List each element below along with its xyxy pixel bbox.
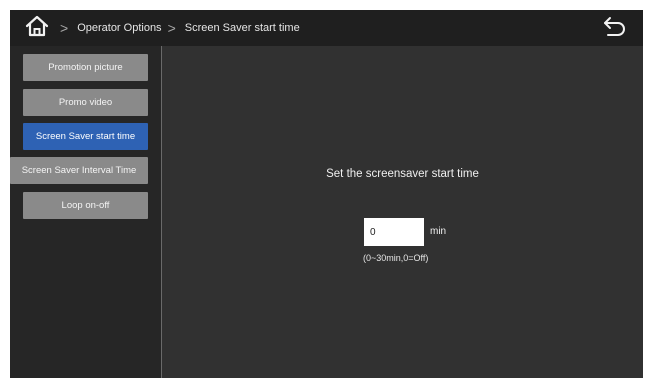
breadcrumb-separator: > [60,20,69,36]
app-screen: > Operator Options > Screen Saver start … [0,0,655,379]
home-button[interactable] [20,10,54,46]
back-button[interactable] [601,16,629,40]
home-icon [25,15,49,42]
breadcrumb-separator: > [167,20,176,36]
page-title: Set the screensaver start time [326,168,479,180]
sidebar-item-loop-on-off[interactable]: Loop on-off [23,192,148,219]
breadcrumb-operator-options[interactable]: Operator Options [77,10,161,46]
range-hint: (0~30min,0=Off) [363,253,429,263]
sidebar: Promotion picture Promo video Screen Sav… [10,46,162,378]
sidebar-item-promo-video[interactable]: Promo video [23,89,148,116]
sidebar-item-screen-saver-start-time[interactable]: Screen Saver start time [23,123,148,150]
device-display: > Operator Options > Screen Saver start … [10,10,643,378]
sidebar-item-screen-saver-interval-time[interactable]: Screen Saver Interval Time [10,157,148,184]
sidebar-item-promotion-picture[interactable]: Promotion picture [23,54,148,81]
back-arrow-icon [602,15,628,42]
top-bar: > Operator Options > Screen Saver start … [10,10,643,46]
unit-label: min [430,226,447,237]
start-time-input[interactable] [364,218,424,246]
main-content: Set the screensaver start time min (0~30… [162,46,643,378]
breadcrumb-current-page: Screen Saver start time [184,22,300,34]
